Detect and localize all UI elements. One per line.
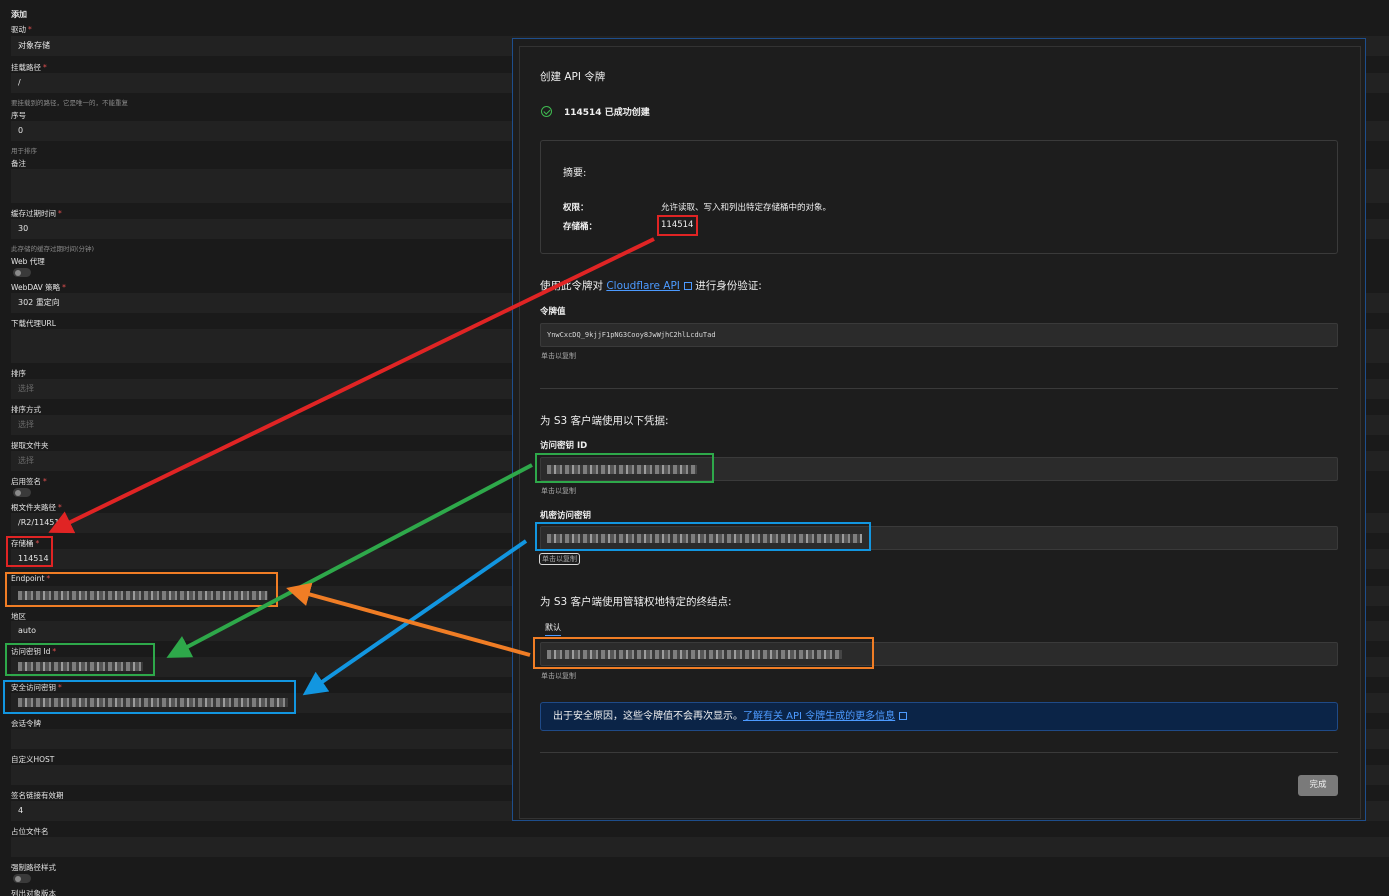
placeholder-file-input[interactable] bbox=[11, 837, 1389, 857]
permission-value: 允许读取、写入和列出特定存储桶中的对象。 bbox=[661, 203, 832, 213]
redacted-value bbox=[18, 698, 288, 707]
external-link-icon bbox=[899, 712, 908, 720]
endpoint-title: 为 S3 客户端使用管辖权地特定的终结点: bbox=[540, 596, 732, 608]
permission-key: 权限： bbox=[563, 203, 589, 213]
custom-host-label: 自定义HOST bbox=[11, 755, 55, 764]
divider bbox=[540, 388, 1338, 389]
modal-title: 创建 API 令牌 bbox=[540, 71, 606, 83]
enable-sign-toggle[interactable] bbox=[13, 488, 31, 497]
force-path-style-toggle[interactable] bbox=[13, 874, 31, 883]
redacted-value bbox=[547, 649, 842, 659]
access-key-id-field[interactable] bbox=[540, 457, 1338, 481]
access-key-id-label: 访问密钥 ID bbox=[540, 441, 588, 451]
redacted-value bbox=[18, 662, 143, 671]
endpoint-copy-hint[interactable]: 单击以复制 bbox=[541, 671, 576, 681]
summary-title: 摘要: bbox=[563, 168, 587, 179]
download-proxy-label: 下载代理URL bbox=[11, 319, 56, 328]
secret-key-label: 安全访问密钥 * bbox=[11, 683, 62, 692]
cache-expire-hint: 此存储的缓存过期时间(分钟) bbox=[11, 245, 95, 253]
secret-key-label: 机密访问密钥 bbox=[540, 511, 592, 521]
extract-folder-label: 提取文件夹 bbox=[11, 441, 49, 450]
driver-label: 驱动 * bbox=[11, 25, 32, 34]
auth-suffix: 进行身份验证: bbox=[695, 280, 762, 292]
security-notice: 出于安全原因，这些令牌值不会再次显示。了解有关 API 令牌生成的更多信息 bbox=[540, 702, 1338, 731]
enable-sign-label: 启用签名 * bbox=[11, 477, 47, 486]
remark-label: 备注 bbox=[11, 159, 26, 168]
check-circle-icon bbox=[541, 106, 552, 117]
redacted-value bbox=[547, 464, 697, 474]
cloudflare-api-link[interactable]: Cloudflare API bbox=[606, 280, 680, 292]
endpoint-field[interactable] bbox=[540, 642, 1338, 666]
secret-key-field[interactable] bbox=[540, 526, 1338, 550]
redacted-value bbox=[18, 591, 268, 600]
form-title: 添加 bbox=[11, 10, 27, 19]
list-object-version-label: 列出对象版本 bbox=[11, 889, 56, 896]
external-link-icon bbox=[683, 282, 692, 290]
auth-instruction: 使用此令牌对 Cloudflare API 进行身份验证: bbox=[540, 278, 762, 293]
cache-expire-label: 缓存过期时间 * bbox=[11, 209, 62, 218]
mount-path-hint: 要挂载到的路径，它是唯一的，不能重复 bbox=[11, 99, 128, 107]
sort-label: 排序 bbox=[11, 369, 26, 378]
success-text: 114514 已成功创建 bbox=[564, 108, 650, 118]
session-token-label: 会话令牌 bbox=[11, 719, 41, 728]
force-path-style-label: 强制路径样式 bbox=[11, 863, 56, 872]
security-notice-text: 出于安全原因，这些令牌值不会再次显示。 bbox=[553, 711, 743, 722]
token-value-label: 令牌值 bbox=[540, 307, 566, 317]
token-copy-hint[interactable]: 单击以复制 bbox=[541, 351, 576, 361]
redacted-value bbox=[547, 533, 862, 543]
web-proxy-label: Web 代理 bbox=[11, 257, 45, 266]
mount-path-label: 挂载路径 * bbox=[11, 63, 47, 72]
access-key-id-label: 访问密钥 Id * bbox=[11, 647, 57, 656]
endpoint-label: Endpoint * bbox=[11, 574, 51, 583]
web-proxy-toggle[interactable] bbox=[13, 268, 31, 277]
secret-key-copy-hint[interactable]: 单击以复制 bbox=[539, 553, 580, 565]
bucket-label: 存储桶 * bbox=[11, 539, 40, 548]
summary-box bbox=[540, 140, 1338, 254]
token-value-field[interactable]: YnwCxcDQ_9kjjF1pNG3Cooy8JwWjhC2hlLcduTad bbox=[540, 323, 1338, 347]
sign-expire-label: 签名链接有效期 bbox=[11, 791, 64, 800]
bucket-key: 存储桶： bbox=[563, 222, 598, 232]
root-folder-label: 根文件夹路径 * bbox=[11, 503, 62, 512]
success-message: 114514 已成功创建 bbox=[541, 105, 650, 118]
done-button[interactable]: 完成 bbox=[1298, 775, 1338, 796]
s3-credentials-title: 为 S3 客户端使用以下凭据: bbox=[540, 415, 669, 427]
bucket-value: 114514 bbox=[661, 220, 694, 230]
tab-default[interactable]: 默认 bbox=[545, 622, 561, 636]
access-key-copy-hint[interactable]: 单击以复制 bbox=[541, 486, 576, 496]
sort-direction-label: 排序方式 bbox=[11, 405, 41, 414]
placeholder-file-label: 占位文件名 bbox=[11, 827, 49, 836]
webdav-policy-label: WebDAV 策略 * bbox=[11, 283, 66, 292]
order-hint: 用于排序 bbox=[11, 147, 37, 155]
learn-more-link[interactable]: 了解有关 API 令牌生成的更多信息 bbox=[743, 711, 895, 722]
auth-prefix: 使用此令牌对 bbox=[540, 280, 603, 292]
divider bbox=[540, 752, 1338, 753]
order-label: 序号 bbox=[11, 111, 26, 120]
